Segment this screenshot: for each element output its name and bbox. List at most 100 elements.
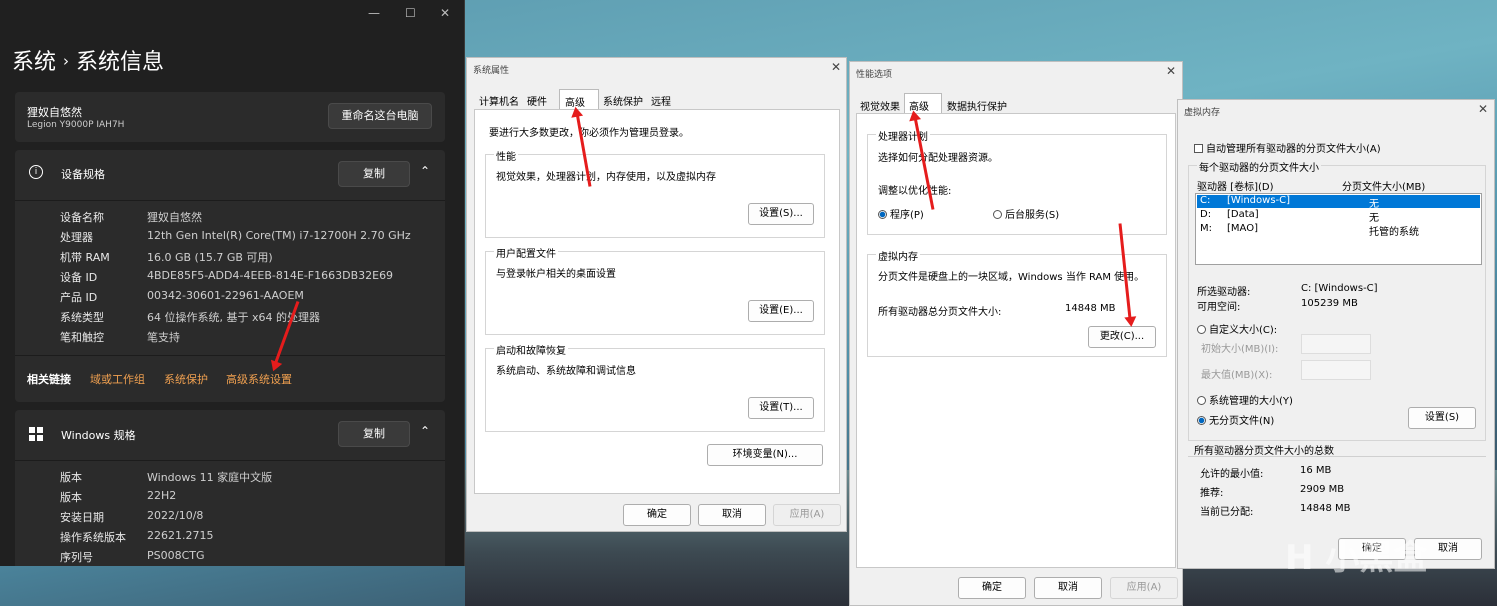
spec-value: 2022/10/8 — [147, 509, 204, 522]
spec-key: 设备名称 — [60, 211, 104, 224]
cancel-button[interactable]: 取消 — [698, 504, 766, 526]
environment-variables-button[interactable]: 环境变量(N)... — [707, 444, 823, 466]
current-value: 14848 MB — [1300, 503, 1351, 514]
apply-button[interactable]: 应用(A) — [1110, 577, 1178, 599]
windows-logo-icon — [29, 427, 43, 441]
group-label: 所有驱动器分页文件大小的总数 — [1194, 446, 1334, 457]
rename-pc-button[interactable]: 重命名这台电脑 — [328, 103, 432, 129]
performance-settings-button[interactable]: 设置(S)... — [748, 203, 814, 225]
link-domain-workgroup[interactable]: 域或工作组 — [90, 371, 145, 387]
group-label: 启动和故障恢复 — [494, 342, 568, 357]
drive-row[interactable]: D: [Data] 无 — [1197, 209, 1480, 224]
related-links-label: 相关链接 — [27, 373, 71, 386]
tab-system-protection[interactable]: 系统保护 — [603, 93, 643, 108]
radio-no-paging-file[interactable]: 无分页文件(N) — [1197, 412, 1274, 427]
radio-custom-size[interactable]: 自定义大小(C): — [1197, 321, 1277, 336]
radio-label: 系统管理的大小(Y) — [1209, 396, 1293, 407]
drive-cell: [Data] — [1227, 209, 1259, 220]
drive-cell: 无 — [1369, 213, 1379, 224]
copy-windows-spec-button[interactable]: 复制 — [338, 421, 410, 447]
tab-computer-name[interactable]: 计算机名 — [479, 93, 519, 108]
totals-group: 所有驱动器分页文件大小的总数 允许的最小值: 16 MB 推荐: 2909 MB… — [1188, 446, 1486, 528]
drive-row[interactable]: C: [Windows-C] 无 — [1197, 195, 1480, 210]
tab-remote[interactable]: 远程 — [651, 93, 671, 108]
copy-spec-button[interactable]: 复制 — [338, 161, 410, 187]
set-button[interactable]: 设置(S) — [1408, 407, 1476, 429]
initial-size-input[interactable] — [1301, 334, 1371, 354]
spec-row: 处理器 12th Gen Intel(R) Core(TM) i7-12700H … — [60, 229, 440, 244]
tab-hardware[interactable]: 硬件 — [527, 93, 547, 108]
user-profile-settings-button[interactable]: 设置(E)... — [748, 300, 814, 322]
breadcrumb: 系统 › 系统信息 — [12, 44, 164, 76]
spec-row: 产品 ID 00342-30601-22961-AAOEM — [60, 289, 440, 304]
close-icon[interactable]: ✕ — [1166, 64, 1176, 78]
radio-icon — [1197, 325, 1206, 334]
spec-row: 设备名称 狸奴自悠然 — [60, 209, 440, 224]
spec-row: 版本 22H2 — [60, 489, 440, 504]
radio-background-services[interactable]: 后台服务(S) — [993, 206, 1059, 221]
drive-cell: 托管的系统 — [1369, 227, 1419, 238]
radio-label: 自定义大小(C): — [1209, 325, 1278, 336]
checkbox-label: 自动管理所有驱动器的分页文件大小(A) — [1206, 144, 1381, 155]
windows-spec-title: Windows 规格 — [61, 429, 136, 442]
settings-window: — ☐ ✕ 系统 › 系统信息 狸奴自悠然 Legion Y9000P IAH7… — [0, 0, 465, 566]
startup-settings-button[interactable]: 设置(T)... — [748, 397, 814, 419]
watermark-text: 小黑盒 — [1325, 538, 1428, 578]
vm-total-label: 所有驱动器总分页文件大小: — [878, 307, 1002, 318]
spec-row: 系统类型 64 位操作系统, 基于 x64 的处理器 — [60, 309, 440, 324]
ok-button[interactable]: 确定 — [958, 577, 1026, 599]
radio-system-managed[interactable]: 系统管理的大小(Y) — [1197, 392, 1293, 407]
spec-key: 版本 — [60, 491, 82, 504]
link-system-protection[interactable]: 系统保护 — [164, 371, 208, 387]
radio-icon — [878, 210, 887, 219]
group-label: 用户配置文件 — [494, 245, 558, 260]
maximize-icon[interactable]: ☐ — [405, 6, 416, 20]
virtual-memory-dialog: 虚拟内存 ✕ 自动管理所有驱动器的分页文件大小(A) 每个驱动器的分页文件大小 … — [1177, 99, 1495, 569]
ok-button[interactable]: 确定 — [623, 504, 691, 526]
group-label: 性能 — [494, 148, 518, 163]
spec-value: 22H2 — [147, 489, 177, 502]
max-size-input[interactable] — [1301, 360, 1371, 380]
spec-key: 版本 — [60, 471, 82, 484]
device-spec-card: i 设备规格 复制 ⌃ 设备名称 狸奴自悠然 处理器 12th Gen Intel(R… — [15, 150, 445, 402]
change-vm-button[interactable]: 更改(C)... — [1088, 326, 1156, 348]
column-header: 分页文件大小(MB) — [1342, 182, 1426, 193]
spec-key: 操作系统版本 — [60, 531, 126, 544]
cancel-button[interactable]: 取消 — [1034, 577, 1102, 599]
tab-visual-effects[interactable]: 视觉效果 — [860, 98, 900, 113]
drive-row[interactable]: M: [MAO] 托管的系统 — [1197, 223, 1480, 238]
dialog-title: 系统属性 — [473, 66, 510, 76]
group-label: 处理器计划 — [876, 128, 930, 143]
drive-cell: [Windows-C] — [1227, 195, 1291, 206]
radio-label: 无分页文件(N) — [1209, 416, 1275, 427]
selected-drive-label: 所选驱动器: — [1197, 287, 1251, 298]
spec-row: 机带 RAM 16.0 GB (15.7 GB 可用) — [60, 249, 440, 264]
tab-dep[interactable]: 数据执行保护 — [947, 98, 1007, 113]
spec-key: 产品 ID — [60, 291, 98, 304]
close-icon[interactable]: ✕ — [1478, 102, 1488, 116]
minimize-icon[interactable]: — — [368, 6, 380, 20]
watermark: H 小黑盒 — [1285, 530, 1427, 579]
close-icon[interactable]: ✕ — [831, 60, 841, 74]
device-name: 狸奴自悠然 — [27, 106, 82, 119]
radio-icon — [993, 210, 1002, 219]
group-desc: 系统启动、系统故障和调试信息 — [496, 366, 636, 377]
link-advanced-system-settings[interactable]: 高级系统设置 — [226, 371, 292, 387]
radio-icon — [1197, 416, 1206, 425]
chevron-up-icon[interactable]: ⌃ — [420, 164, 430, 178]
radio-programs[interactable]: 程序(P) — [878, 206, 924, 221]
apply-button[interactable]: 应用(A) — [773, 504, 841, 526]
chevron-up-icon[interactable]: ⌃ — [420, 424, 430, 438]
checkbox-icon — [1194, 144, 1203, 153]
user-profile-group: 用户配置文件 与登录帐户相关的桌面设置 设置(E)... — [485, 245, 825, 335]
adjust-label: 调整以优化性能: — [878, 186, 952, 197]
spec-key: 序列号 — [60, 551, 93, 564]
spec-title: 设备规格 — [61, 168, 105, 181]
close-icon[interactable]: ✕ — [440, 6, 450, 20]
auto-manage-checkbox[interactable]: 自动管理所有驱动器的分页文件大小(A) — [1194, 140, 1381, 155]
drive-cell: M: — [1200, 223, 1212, 234]
breadcrumb-parent[interactable]: 系统 — [12, 50, 56, 75]
spec-row: 操作系统版本 22621.2715 — [60, 529, 440, 544]
drive-list[interactable]: C: [Windows-C] 无 D: [Data] 无 M: [MAO] 托管的系统 — [1195, 193, 1482, 265]
watermark-logo: H — [1285, 538, 1314, 578]
